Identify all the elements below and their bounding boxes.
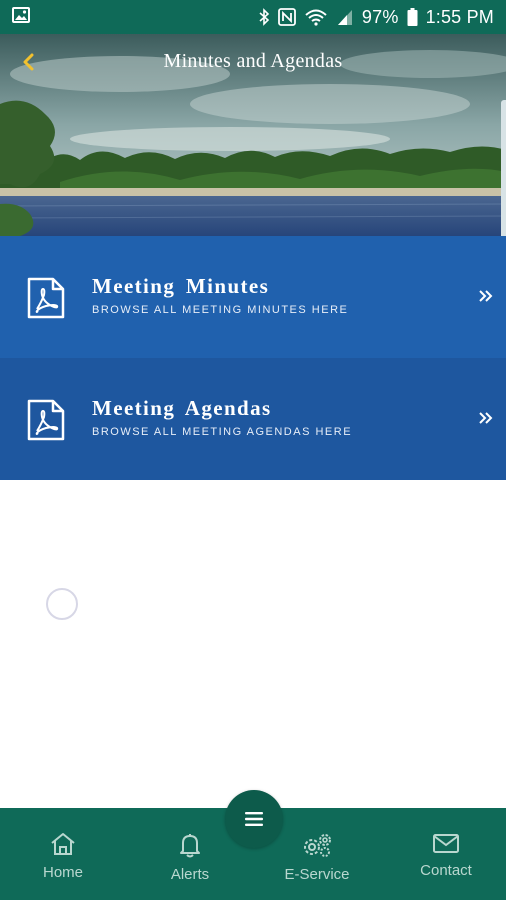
row-title: Meeting Agendas bbox=[92, 396, 272, 420]
nav-contact[interactable]: Contact bbox=[383, 808, 506, 900]
loading-spinner bbox=[46, 588, 78, 620]
home-icon bbox=[51, 833, 75, 855]
nav-contact-label: Contact bbox=[420, 862, 472, 879]
nfc-icon bbox=[278, 8, 296, 26]
double-chevron-right-icon bbox=[479, 412, 493, 424]
envelope-icon bbox=[433, 834, 459, 853]
row-text: Meeting Agendas BROWSE ALL MEETING AGEND… bbox=[92, 396, 352, 438]
page-title: Minutes and Agendas bbox=[163, 50, 343, 72]
hamburger-icon bbox=[245, 812, 263, 826]
gears-icon bbox=[304, 834, 331, 857]
nav-home[interactable]: Home bbox=[0, 808, 126, 900]
nav-eservice-label: E-Service bbox=[284, 866, 350, 883]
wifi-icon bbox=[304, 8, 328, 26]
status-right: 97% 1:55 PM bbox=[258, 7, 494, 28]
nav-alerts-label: Alerts bbox=[170, 866, 210, 883]
clock: 1:55 PM bbox=[425, 6, 494, 27]
row-text: Meeting Minutes BROWSE ALL MEETING MINUT… bbox=[92, 274, 348, 316]
row-subtitle: BROWSE ALL MEETING MINUTES HERE bbox=[92, 304, 349, 316]
battery-icon bbox=[407, 8, 418, 26]
bell-icon bbox=[180, 834, 200, 858]
row-title: Meeting Minutes bbox=[92, 274, 270, 298]
meeting-agendas-row[interactable]: Meeting Agendas BROWSE ALL MEETING AGEND… bbox=[0, 358, 506, 480]
battery-percent: 97% bbox=[361, 6, 399, 27]
nav-home-label: Home bbox=[42, 864, 83, 881]
gallery-notification-icon bbox=[12, 6, 30, 28]
double-chevron-right-icon bbox=[479, 290, 493, 302]
bluetooth-icon bbox=[258, 8, 270, 26]
header-banner: Minutes and Agendas bbox=[0, 34, 506, 236]
pdf-icon bbox=[27, 399, 65, 441]
status-left bbox=[12, 6, 30, 28]
status-bar: 97% 1:55 PM bbox=[0, 0, 506, 34]
signal-icon bbox=[336, 8, 354, 26]
pdf-icon bbox=[27, 277, 65, 319]
row-subtitle: BROWSE ALL MEETING AGENDAS HERE bbox=[92, 426, 353, 438]
menu-button[interactable] bbox=[225, 790, 283, 848]
meeting-minutes-row[interactable]: Meeting Minutes BROWSE ALL MEETING MINUT… bbox=[0, 236, 506, 358]
